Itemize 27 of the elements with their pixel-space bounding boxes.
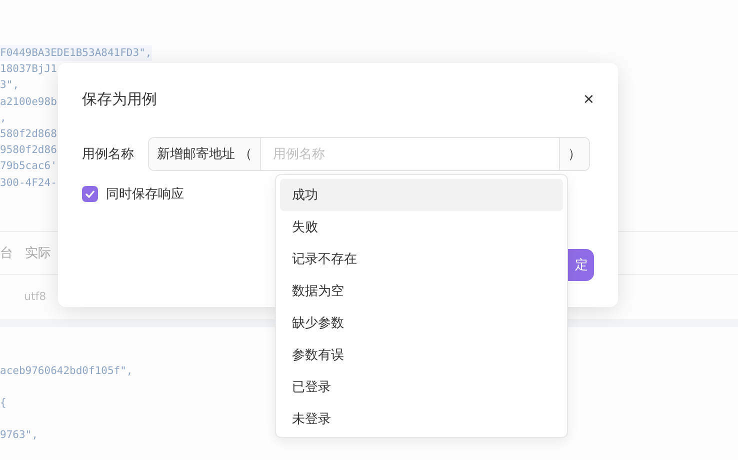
dialog-title: 保存为用例 — [82, 90, 157, 108]
field-label: 用例名称 — [82, 146, 134, 163]
code-line: , — [0, 110, 6, 126]
confirm-button[interactable]: 定 — [568, 249, 594, 281]
check-icon — [85, 190, 95, 198]
code-line: 300-4F24- — [0, 176, 57, 190]
dropdown-option[interactable]: 数据为空 — [280, 275, 563, 307]
dropdown-option[interactable]: 失败 — [280, 211, 563, 243]
dropdown-option[interactable]: 缺少参数 — [280, 307, 563, 339]
dropdown-option[interactable]: 记录不存在 — [280, 243, 563, 275]
dropdown-option[interactable]: 未登录 — [280, 403, 563, 435]
checkbox[interactable] — [82, 186, 98, 202]
checkbox-label: 同时保存响应 — [106, 186, 184, 203]
code-line: 18037BjJ1 — [0, 62, 57, 78]
code-line: 3", — [0, 78, 19, 94]
code-line: aceb9760642bd0f105f", — [0, 364, 133, 379]
code-line: 9763", — [0, 428, 38, 444]
dropdown-option[interactable]: 已登录 — [280, 371, 563, 403]
dropdown-option[interactable]: 参数有误 — [280, 339, 563, 371]
code-line: 9580f2d86 — [0, 143, 57, 158]
code-line: 580f2d868 — [0, 126, 57, 142]
code-line: a2100e98b — [0, 94, 57, 110]
code-line: 79b5cac6' — [0, 159, 57, 174]
case-name-field[interactable]: 新增邮寄地址 （ 用例名称 ） — [148, 137, 590, 171]
code-line: { — [0, 396, 6, 411]
close-button[interactable]: × — [583, 90, 594, 108]
dropdown-option[interactable]: 成功 — [280, 179, 563, 211]
